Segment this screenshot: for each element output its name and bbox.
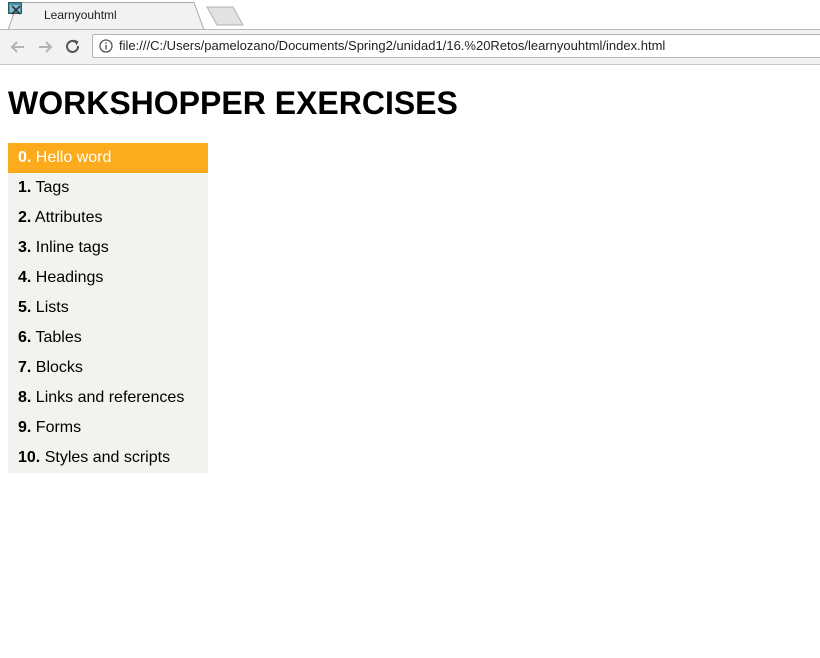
exercise-item-3[interactable]: 3. Inline tags — [8, 233, 208, 263]
exercise-number: 3. — [18, 239, 32, 256]
exercise-list: 0. Hello word 1. Tags 2. Attributes 3. Inli… — [8, 143, 208, 473]
back-button[interactable] — [8, 37, 28, 57]
exercise-number: 5. — [18, 299, 32, 316]
exercise-item-4[interactable]: 4. Headings — [8, 263, 208, 293]
exercise-number: 6. — [18, 329, 32, 346]
exercise-number: 4. — [18, 269, 32, 286]
exercise-label: Tables — [31, 329, 82, 346]
forward-arrow-icon — [39, 41, 53, 53]
exercise-number: 8. — [18, 389, 32, 406]
exercise-label: Blocks — [31, 359, 83, 376]
browser-toolbar: file:///C:/Users/pamelozano/Documents/Sp… — [0, 30, 820, 65]
exercise-item-10[interactable]: 10. Styles and scripts — [8, 443, 208, 473]
exercise-number: 7. — [18, 359, 32, 376]
forward-button[interactable] — [35, 37, 55, 57]
exercise-label: Lists — [31, 299, 69, 316]
exercise-label: Forms — [31, 419, 82, 436]
exercise-label: Headings — [31, 269, 104, 286]
tab-strip: Learnyouhtml — [0, 0, 820, 30]
info-icon[interactable] — [99, 39, 113, 53]
exercise-item-8[interactable]: 8. Links and references — [8, 383, 208, 413]
exercise-number: 0. — [18, 149, 32, 166]
exercise-item-5[interactable]: 5. Lists — [8, 293, 208, 323]
exercise-number: 10. — [18, 449, 41, 466]
page-content: WORKSHOPPER EXERCISES 0. Hello word 1. Ta… — [0, 65, 820, 658]
exercise-label: Inline tags — [31, 239, 109, 256]
exercise-item-0[interactable]: 0. Hello word — [8, 143, 208, 173]
reload-button[interactable] — [63, 37, 83, 57]
reload-icon — [66, 39, 79, 53]
page-title: WORKSHOPPER EXERCISES — [8, 85, 458, 121]
exercise-item-6[interactable]: 6. Tables — [8, 323, 208, 353]
back-arrow-icon — [10, 41, 24, 53]
url-text: file:///C:/Users/pamelozano/Documents/Sp… — [119, 38, 666, 53]
exercise-number: 2. — [18, 209, 32, 226]
exercise-label: Hello word — [31, 149, 112, 166]
exercise-label: Tags — [31, 179, 70, 196]
exercise-item-9[interactable]: 9. Forms — [8, 413, 208, 443]
address-bar[interactable]: file:///C:/Users/pamelozano/Documents/Sp… — [92, 34, 820, 58]
tab-title: Learnyouhtml — [44, 8, 117, 22]
exercise-number: 1. — [18, 179, 32, 196]
browser-tab[interactable]: Learnyouhtml — [8, 2, 204, 30]
exercise-label: Links and references — [31, 389, 185, 406]
exercise-number: 9. — [18, 419, 32, 436]
new-tab-button[interactable] — [206, 6, 246, 26]
exercise-item-1[interactable]: 1. Tags — [8, 173, 208, 203]
exercise-label: Styles and scripts — [40, 449, 171, 466]
close-tab-icon[interactable] — [8, 2, 24, 18]
exercise-item-2[interactable]: 2. Attributes — [8, 203, 208, 233]
exercise-item-7[interactable]: 7. Blocks — [8, 353, 208, 383]
exercise-label: Attributes — [31, 209, 103, 226]
